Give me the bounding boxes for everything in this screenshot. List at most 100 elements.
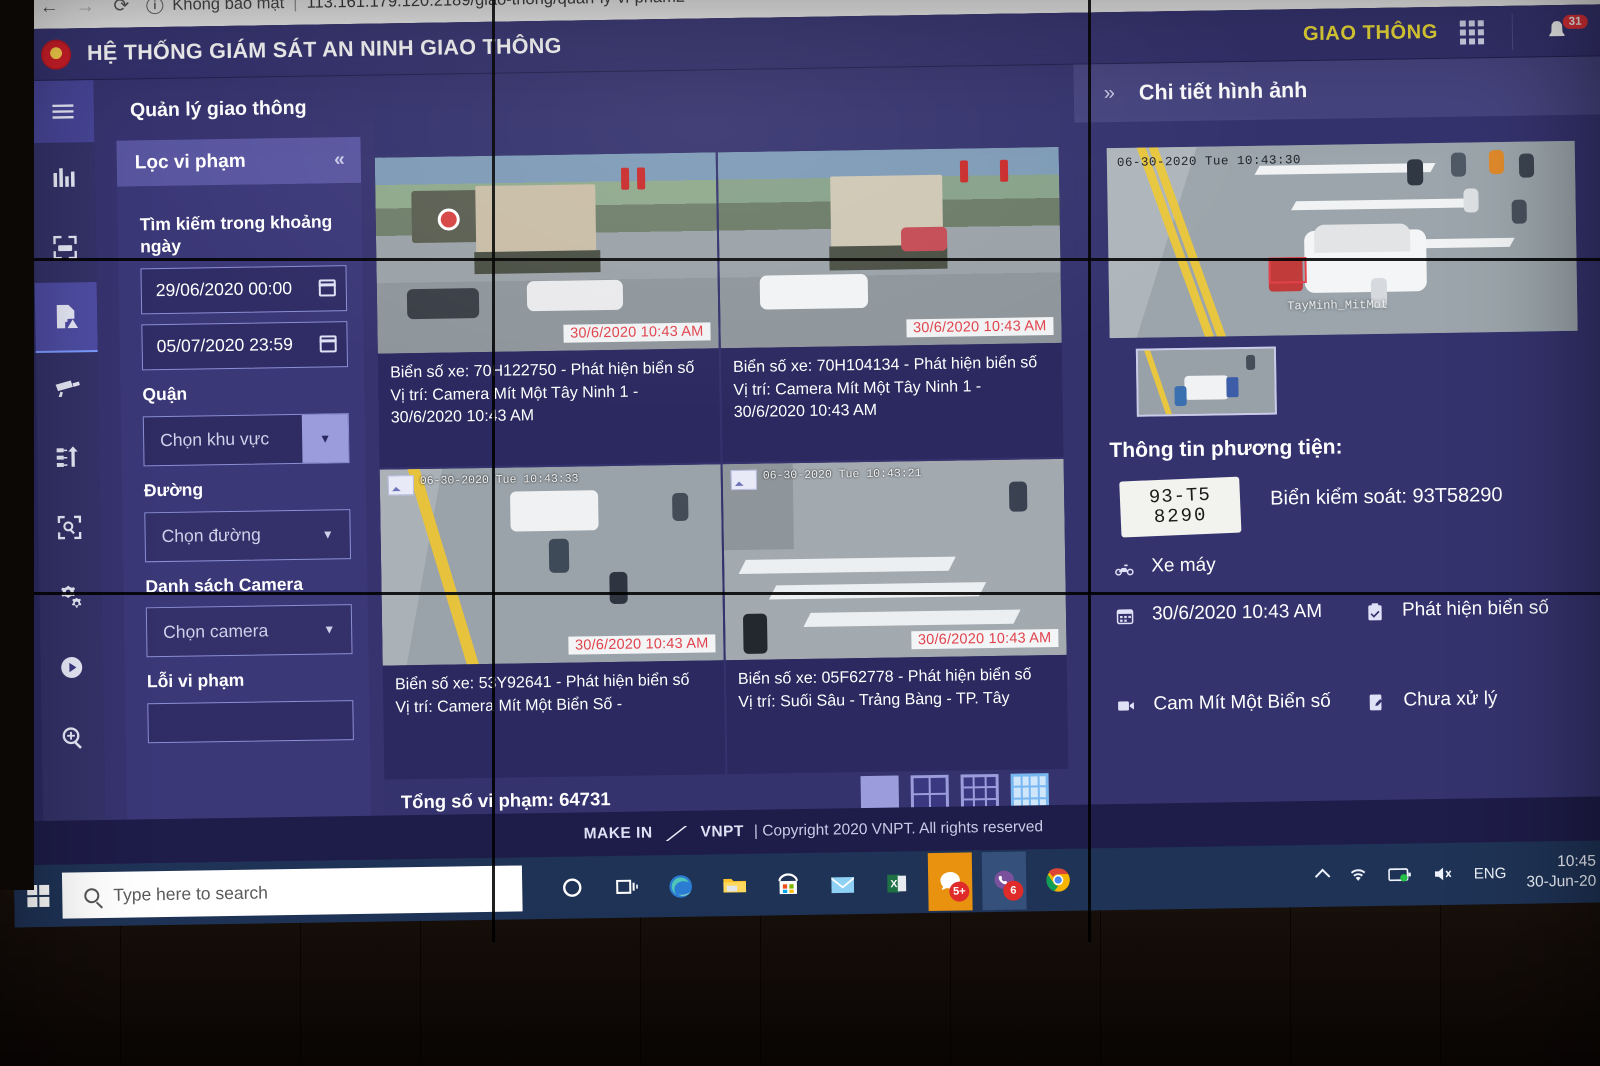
sidebar-item-zoom-search[interactable] (41, 702, 104, 773)
system-tray: ENG 10:45 30-Jun-20 (1314, 851, 1600, 895)
sidebar-item-cameras[interactable] (36, 352, 99, 423)
filter-panel-title: Lọc vi phạm (134, 150, 246, 174)
wifi-icon[interactable] (1348, 866, 1368, 884)
street-value: Chọn đường (161, 524, 261, 547)
date-to-input[interactable]: 05/07/2020 23:59 (141, 320, 349, 371)
file-explorer-icon[interactable] (712, 856, 757, 915)
camera-name-row: Cam Mít Một Biển số (1113, 690, 1363, 716)
volume-muted-icon[interactable] (1432, 865, 1454, 883)
date-to-value: 05/07/2020 23:59 (156, 334, 294, 357)
camera-value: Chọn camera (163, 620, 269, 642)
back-icon[interactable]: ← (38, 0, 60, 18)
violation-datetime-value: 30/6/2020 10:43 AM (1151, 600, 1323, 625)
sidebar-item-statistics[interactable] (32, 142, 95, 213)
cortana-icon[interactable] (550, 858, 595, 917)
plate-line-2: 8290 (1153, 503, 1208, 529)
calendar-icon[interactable] (319, 335, 337, 353)
sidebar-item-violation-management[interactable] (34, 282, 98, 354)
calendar-icon (1112, 604, 1138, 626)
clipboard-check-icon (1362, 600, 1388, 622)
snapshot-timestamp: 30/6/2020 10:43 AM (905, 317, 1054, 338)
district-label: Quận (142, 383, 188, 405)
viber-icon[interactable]: 6 (981, 851, 1027, 911)
language-indicator[interactable]: ENG (1474, 864, 1507, 882)
traffic-surveillance-app: HỆ THỐNG GIÁM SÁT AN NINH GIAO THÔNG GIA… (0, 4, 1600, 887)
district-value: Chọn khu vực (160, 428, 270, 451)
date-from-input[interactable]: 29/06/2020 00:00 (140, 264, 348, 315)
violation-card-meta: Biển số xe: 70H122750 - Phát hiện biển s… (378, 348, 721, 467)
camera-snapshot[interactable]: 06-30-2020 Tue 10:43:21 30/6/2020 10:43 … (722, 458, 1067, 661)
module-label: GIAO THÔNG (1302, 20, 1439, 46)
violation-card[interactable]: 30/6/2020 10:43 AM Biển số xe: 70H104134… (717, 146, 1064, 463)
street-select[interactable]: Chọn đường ▼ (144, 508, 352, 562)
caret-up-icon[interactable] (1314, 868, 1331, 884)
image-thumbnail-icon (387, 475, 415, 496)
chevron-double-left-icon[interactable]: « (334, 149, 345, 171)
video-wall-photo: ← → ⟳ i Không bảo mật | 113.161.179.120:… (0, 0, 1600, 1066)
chrome-icon[interactable] (1036, 851, 1081, 910)
search-placeholder: Type here to search (113, 881, 269, 905)
violation-cards: 30/6/2020 10:43 AM Biển số xe: 70H122750… (374, 146, 1085, 798)
violation-datetime-row: 30/6/2020 10:43 AM (1112, 600, 1362, 626)
gears-icon (61, 585, 82, 608)
sidebar-item-settings[interactable] (39, 562, 102, 633)
make-in-label: MAKE IN (583, 824, 653, 843)
plate-number-label: Biển kiểm soát: 93T58290 (1270, 483, 1503, 510)
violation-grid-panel: 30/6/2020 10:43 AM Biển số xe: 70H122750… (373, 64, 1086, 860)
violation-card[interactable]: 06-30-2020 Tue 10:43:33 30/6/2020 10:43 … (379, 464, 726, 780)
detail-image[interactable]: 06-30-2020 Tue 10:43:30 TayMinh_MitMot (1106, 140, 1578, 339)
excel-icon[interactable]: X (874, 853, 919, 912)
camera-label: Danh sách Camera (145, 573, 304, 596)
vnpt-logo-icon (666, 825, 688, 840)
task-view-icon[interactable] (604, 857, 649, 916)
camera-snapshot[interactable]: 30/6/2020 10:43 AM (374, 152, 719, 354)
violation-card[interactable]: 06-30-2020 Tue 10:43:21 30/6/2020 10:43 … (722, 458, 1069, 775)
sidebar-item-traffic-flow[interactable] (37, 422, 100, 493)
filter-panel-header[interactable]: Lọc vi phạm « (116, 136, 362, 187)
chevron-down-icon[interactable]: ▼ (322, 527, 334, 541)
chevron-double-right-icon[interactable]: » (1104, 82, 1115, 105)
violation-card[interactable]: 30/6/2020 10:43 AM Biển số xe: 70H122750… (374, 152, 721, 468)
search-input[interactable]: Type here to search (61, 865, 523, 919)
processing-status-value: Chưa xử lý (1403, 688, 1498, 711)
battery-icon[interactable] (1387, 865, 1412, 883)
clock[interactable]: 10:45 30-Jun-20 (1526, 852, 1596, 893)
snapshot-timestamp: 30/6/2020 10:43 AM (562, 322, 711, 343)
violation-card-meta: Biển số xe: 70H104134 - Phát hiện biển s… (721, 343, 1064, 462)
violation-location-label: Vị trí: Camera Mít Một Biển Số - (395, 695, 623, 717)
vehicle-type-value: Xe máy (1151, 554, 1216, 577)
street-label: Đường (143, 479, 204, 500)
edge-icon[interactable] (658, 857, 703, 916)
reload-icon[interactable]: ⟳ (110, 0, 132, 17)
notifications-button[interactable]: 31 (1547, 14, 1588, 40)
menu-toggle-button[interactable] (31, 80, 95, 144)
sidebar-item-search-scan[interactable] (38, 492, 101, 563)
vietnam-emblem-icon (40, 38, 72, 70)
thumbnail-strip[interactable] (1135, 346, 1277, 417)
chevron-down-icon[interactable]: ▼ (301, 413, 349, 463)
sidebar-item-playback[interactable] (40, 632, 103, 703)
address-bar[interactable]: i Không bảo mật | 113.161.179.120:2189/g… (146, 0, 685, 15)
district-select[interactable]: Chọn khu vực ▼ (142, 412, 350, 466)
zalo-icon[interactable]: 5+ (927, 852, 973, 912)
plate-scan-icon (53, 235, 77, 260)
violation-card-meta: Biển số xe: 53Y92641 - Phát hiện biển số… (383, 660, 726, 779)
sidebar-item-plate-recognition[interactable] (34, 212, 97, 283)
clock-date: 30-Jun-20 (1526, 872, 1597, 891)
camera-select[interactable]: Chọn camera ▼ (145, 604, 353, 658)
chevron-down-icon[interactable]: ▼ (323, 623, 335, 637)
grid-apps-icon[interactable] (1459, 19, 1485, 45)
processing-status-row: Chưa xử lý (1363, 686, 1600, 712)
camera-osd: 06-30-2020 Tue 10:43:21 (762, 467, 922, 483)
document-pen-icon (1363, 690, 1389, 712)
microsoft-store-icon[interactable] (766, 855, 811, 914)
violation-type-select[interactable] (147, 700, 354, 744)
section-title: Quản lý giao thông (129, 96, 307, 122)
forward-icon[interactable]: → (74, 0, 96, 17)
camera-snapshot[interactable]: 06-30-2020 Tue 10:43:33 30/6/2020 10:43 … (379, 464, 724, 666)
security-label: Không bảo mật (172, 0, 285, 14)
mail-icon[interactable] (820, 854, 865, 913)
camera-snapshot[interactable]: 30/6/2020 10:43 AM (717, 146, 1062, 349)
calendar-icon[interactable] (318, 279, 336, 297)
total-violations-label: Tổng số vi phạm: 64731 (400, 788, 611, 813)
